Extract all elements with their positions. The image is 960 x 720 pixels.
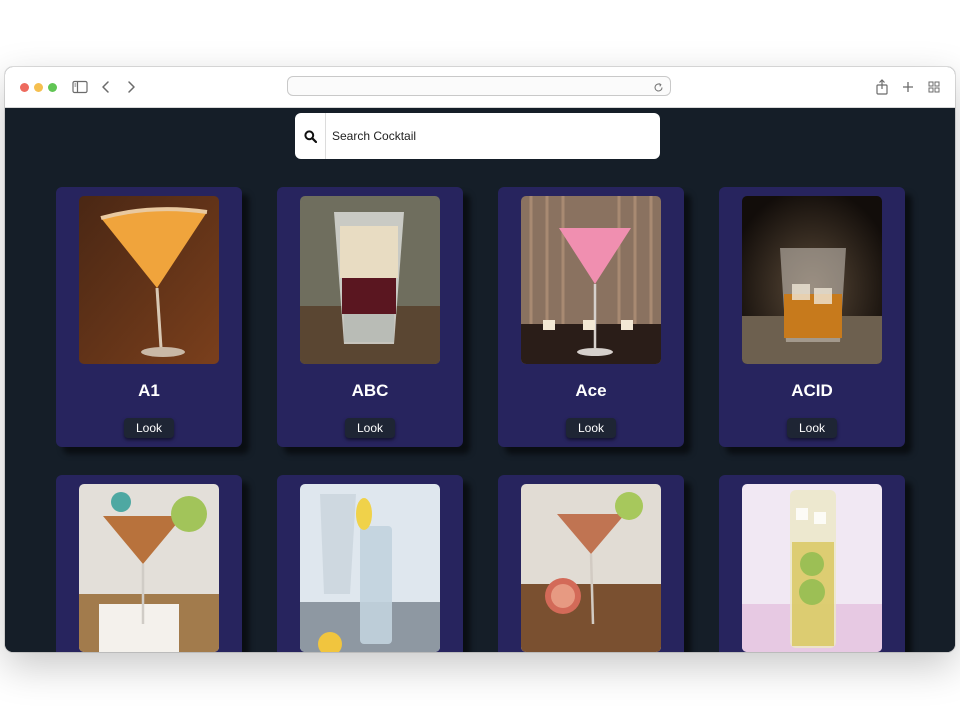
- cocktail-name: A1: [138, 381, 160, 400]
- cocktail-card: [277, 475, 463, 652]
- sidebar-icon[interactable]: [72, 78, 88, 96]
- cocktail-image: [79, 484, 219, 652]
- cocktail-image: [742, 484, 882, 652]
- look-button[interactable]: Look: [124, 418, 174, 438]
- minimize-window-button[interactable]: [34, 83, 43, 92]
- cocktail-image: [742, 196, 882, 364]
- look-button[interactable]: Look: [566, 418, 616, 438]
- cocktail-image: [521, 196, 661, 364]
- cocktail-card: [498, 475, 684, 652]
- close-window-button[interactable]: [20, 83, 29, 92]
- cocktail-name: ABC: [351, 381, 389, 400]
- look-button[interactable]: Look: [787, 418, 837, 438]
- reload-icon[interactable]: [653, 80, 664, 98]
- browser-toolbar: [5, 67, 955, 108]
- page-content: A1 Look ABC Look: [5, 108, 955, 652]
- search-icon[interactable]: [295, 113, 326, 159]
- cocktail-card: [719, 475, 905, 652]
- search-input[interactable]: [326, 113, 658, 159]
- cocktail-card: A1 Look: [56, 187, 242, 447]
- back-chevron-icon[interactable]: [101, 78, 111, 96]
- cocktail-name: ACID: [791, 381, 833, 400]
- new-tab-icon[interactable]: [902, 78, 914, 96]
- look-button[interactable]: Look: [345, 418, 395, 438]
- cocktail-name: Ace: [575, 381, 607, 400]
- cocktail-card: Ace Look: [498, 187, 684, 447]
- search-bar: [295, 113, 660, 159]
- cocktail-image: [300, 484, 440, 652]
- forward-chevron-icon[interactable]: [126, 78, 136, 96]
- tab-overview-icon[interactable]: [928, 78, 940, 96]
- zoom-window-button[interactable]: [48, 83, 57, 92]
- cocktail-card: ACID Look: [719, 187, 905, 447]
- address-bar[interactable]: [287, 76, 671, 96]
- browser-window: A1 Look ABC Look: [5, 67, 955, 652]
- share-icon[interactable]: [875, 78, 889, 96]
- cocktail-image: [300, 196, 440, 364]
- cocktail-image: [79, 196, 219, 364]
- cocktail-card: [56, 475, 242, 652]
- cocktail-image: [521, 484, 661, 652]
- cocktail-card: ABC Look: [277, 187, 463, 447]
